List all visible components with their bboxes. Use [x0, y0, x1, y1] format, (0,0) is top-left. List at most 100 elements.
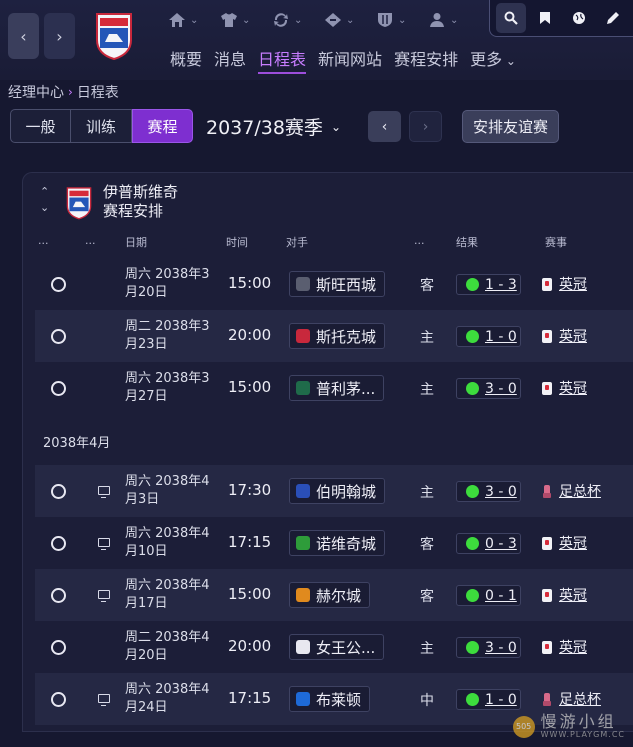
arrange-friendly-button[interactable]: 安排友谊赛 — [462, 110, 560, 143]
competition-link[interactable]: 足总杯 — [542, 689, 601, 709]
chevron-up-icon: ⌃ — [40, 185, 50, 198]
match-status-icon[interactable] — [51, 640, 66, 655]
match-status-icon[interactable] — [51, 381, 66, 396]
match-status-icon[interactable] — [51, 484, 66, 499]
fixture-time: 20:00 — [228, 637, 272, 655]
fixture-row[interactable]: 周六 2038年4月17日 15:00 赫尔城 客 0 - 1 英冠 — [35, 569, 633, 621]
opponent-button[interactable]: 伯明翰城 — [289, 478, 386, 504]
fixture-row[interactable]: 周二 2038年3月23日 20:00 斯托克城 主 1 - 0 英冠 — [35, 310, 633, 362]
opponent-button[interactable]: 斯旺西城 — [289, 271, 386, 297]
match-score: 0 - 3 — [485, 535, 517, 552]
chevron-down-icon: ⌄ — [330, 119, 341, 134]
home-icon[interactable]: ⌄ — [168, 6, 220, 34]
menu-more[interactable]: 更多 — [470, 46, 516, 74]
opponent-button[interactable]: 赫尔城 — [289, 582, 371, 608]
win-indicator-icon — [466, 330, 479, 343]
menu-fixtures[interactable]: 赛程安排 — [394, 46, 458, 74]
person-icon[interactable]: ⌄ — [428, 6, 480, 34]
next-season-button[interactable]: › — [409, 111, 442, 142]
column-header-status[interactable]: ... — [38, 234, 49, 247]
collapse-toggle[interactable]: ⌃ ⌄ — [40, 184, 49, 216]
tab-general[interactable]: 一般 — [10, 109, 71, 143]
venue-indicator: 主 — [420, 382, 434, 398]
opponent-badge-icon — [296, 381, 310, 395]
fixture-row[interactable]: 周六 2038年4月3日 17:30 伯明翰城 主 3 - 0 足总杯 — [35, 465, 633, 517]
menu-news[interactable]: 新闻网站 — [318, 46, 382, 74]
pen-icon[interactable] — [598, 3, 628, 33]
venue-indicator: 客 — [420, 589, 434, 605]
column-header-date[interactable]: 日期 — [125, 234, 147, 250]
globe-icon[interactable] — [564, 3, 594, 33]
chevron-down-icon: ⌄ — [398, 14, 407, 26]
fixture-date: 周二 2038年3月23日 — [125, 319, 210, 352]
watermark-text: 慢游小组 — [540, 712, 617, 731]
column-header-result[interactable]: 结果 — [456, 234, 478, 250]
win-indicator-icon — [466, 537, 479, 550]
match-status-icon[interactable] — [51, 329, 66, 344]
match-status-icon[interactable] — [51, 588, 66, 603]
tab-matches[interactable]: 赛程 — [132, 109, 193, 143]
column-header-competition[interactable]: 赛事 — [545, 234, 567, 250]
column-header-time[interactable]: 时间 — [226, 234, 248, 250]
competition-link[interactable]: 英冠 — [542, 326, 587, 346]
match-status-icon[interactable] — [51, 692, 66, 707]
tab-training[interactable]: 训练 — [71, 109, 132, 143]
fixture-date: 周六 2038年3月27日 — [125, 371, 210, 404]
chevron-right-icon: › — [56, 26, 63, 46]
fixture-row[interactable]: 周六 2038年3月20日 15:00 斯旺西城 客 1 - 3 英冠 — [35, 258, 633, 310]
fixture-row[interactable]: 周二 2038年4月20日 20:00 女王公... 主 3 - 0 英冠 — [35, 621, 633, 673]
club-crest-icon[interactable] — [95, 12, 133, 60]
match-status-icon[interactable] — [51, 536, 66, 551]
competition-link[interactable]: 英冠 — [542, 533, 587, 553]
breadcrumb-parent[interactable]: 经理中心 — [8, 82, 64, 102]
result-button[interactable]: 1 - 3 — [456, 274, 521, 295]
shield-icon[interactable]: ⌄ — [376, 6, 428, 34]
result-button[interactable]: 3 - 0 — [456, 481, 521, 502]
result-button[interactable]: 1 - 0 — [456, 326, 521, 347]
venue-indicator: 主 — [420, 641, 434, 657]
win-indicator-icon — [466, 278, 479, 291]
transfer-icon[interactable]: ⌄ — [272, 6, 324, 34]
result-button[interactable]: 3 - 0 — [456, 637, 521, 658]
shirt-icon[interactable]: ⌄ — [220, 6, 272, 34]
competition-link[interactable]: 英冠 — [542, 378, 587, 398]
opponent-button[interactable]: 斯托克城 — [289, 323, 386, 349]
competition-link[interactable]: 英冠 — [542, 585, 587, 605]
competition-link[interactable]: 足总杯 — [542, 481, 601, 501]
column-header-tv[interactable]: ... — [85, 234, 96, 247]
competition-link[interactable]: 英冠 — [542, 637, 587, 657]
forward-button[interactable]: › — [44, 13, 75, 59]
main-nav-icons: ⌄ ⌄ ⌄ ⌄ ⌄ ⌄ — [168, 6, 480, 34]
season-selector[interactable]: 2037/38赛季 ⌄ — [206, 113, 341, 140]
fixture-row[interactable]: 周六 2038年4月10日 17:15 诺维奇城 客 0 - 3 英冠 — [35, 517, 633, 569]
opponent-button[interactable]: 诺维奇城 — [289, 530, 386, 556]
result-button[interactable]: 0 - 1 — [456, 585, 521, 606]
menu-overview[interactable]: 概要 — [170, 46, 202, 74]
league-icon — [542, 536, 552, 550]
column-header-venue[interactable]: ... — [414, 234, 425, 247]
tactics-icon[interactable]: ⌄ — [324, 6, 376, 34]
menu-inbox[interactable]: 消息 — [214, 46, 246, 74]
result-button[interactable]: 3 - 0 — [456, 378, 521, 399]
competition-link[interactable]: 英冠 — [542, 274, 587, 294]
fixture-date: 周二 2038年4月20日 — [125, 630, 210, 663]
opponent-button[interactable]: 布莱顿 — [289, 686, 371, 712]
match-status-icon[interactable] — [51, 277, 66, 292]
fixture-date: 周六 2038年4月10日 — [125, 526, 210, 559]
menu-schedule[interactable]: 日程表 — [258, 46, 307, 74]
opponent-button[interactable]: 女王公... — [289, 634, 385, 660]
column-header-opponent[interactable]: 对手 — [286, 234, 308, 250]
result-button[interactable]: 0 - 3 — [456, 533, 521, 554]
competition-name: 英冠 — [559, 640, 587, 656]
previous-season-button[interactable]: ‹ — [368, 111, 401, 142]
bookmark-icon[interactable] — [530, 3, 560, 33]
back-button[interactable]: ‹ — [8, 13, 39, 59]
opponent-button[interactable]: 普利茅... — [289, 375, 385, 401]
club-name: 伊普斯维奇 — [103, 183, 179, 201]
main-menu: 概要 消息 日程表 新闻网站 赛程安排 更多 — [170, 46, 516, 74]
opponent-name: 斯托克城 — [316, 327, 377, 346]
fixture-row[interactable]: 周六 2038年3月27日 15:00 普利茅... 主 3 - 0 英冠 — [35, 362, 633, 414]
search-icon[interactable] — [496, 3, 526, 33]
match-score: 3 - 0 — [485, 639, 517, 656]
result-button[interactable]: 1 - 0 — [456, 689, 521, 710]
